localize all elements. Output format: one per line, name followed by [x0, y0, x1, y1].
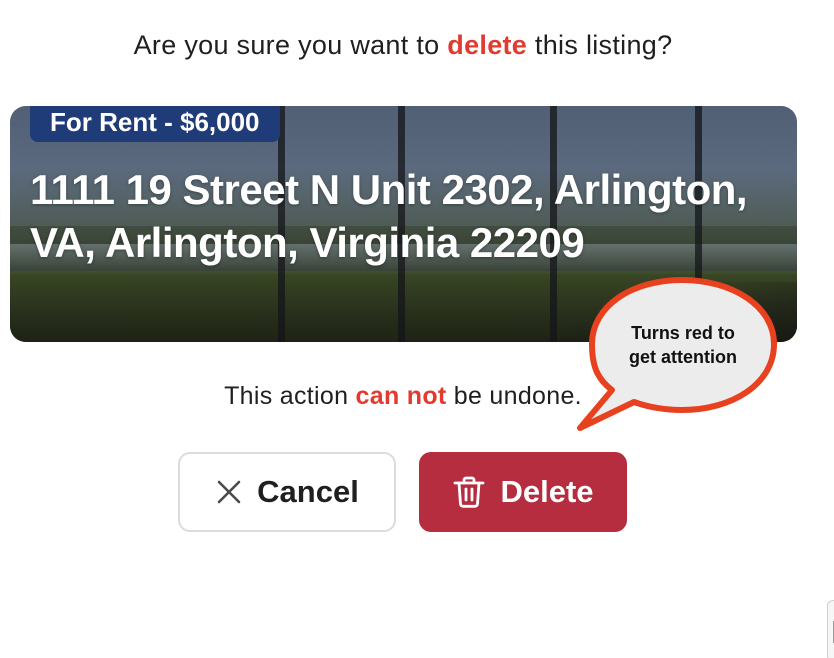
delete-listing-dialog: Are you sure you want to delete this lis… — [0, 0, 834, 658]
warning-text-after: be undone. — [446, 382, 582, 410]
close-icon — [215, 478, 243, 506]
question-accent-word: delete — [447, 30, 528, 60]
side-panel-handle[interactable] — [827, 600, 834, 658]
delete-button[interactable]: Delete — [419, 452, 627, 532]
warning-accent-phrase: can not — [355, 382, 447, 410]
cancel-button[interactable]: Cancel — [178, 452, 396, 532]
callout-text-line-1: Turns red to — [631, 323, 735, 343]
question-text-before: Are you sure you want to — [133, 30, 448, 60]
callout-text-line-2: get attention — [629, 347, 737, 367]
delete-button-label: Delete — [500, 474, 594, 509]
price-badge: For Rent - $6,000 — [30, 106, 280, 142]
listing-address: 1111 19 Street N Unit 2302, Arlington, V… — [30, 166, 748, 266]
trash-icon — [452, 475, 486, 509]
warning-text-before: This action — [224, 382, 356, 410]
confirmation-question: Are you sure you want to delete this lis… — [0, 30, 806, 61]
annotation-callout: Turns red to get attention — [572, 272, 792, 432]
cancel-button-label: Cancel — [257, 474, 359, 509]
question-text-after: this listing? — [527, 30, 673, 60]
callout-text: Turns red to get attention — [608, 321, 758, 369]
